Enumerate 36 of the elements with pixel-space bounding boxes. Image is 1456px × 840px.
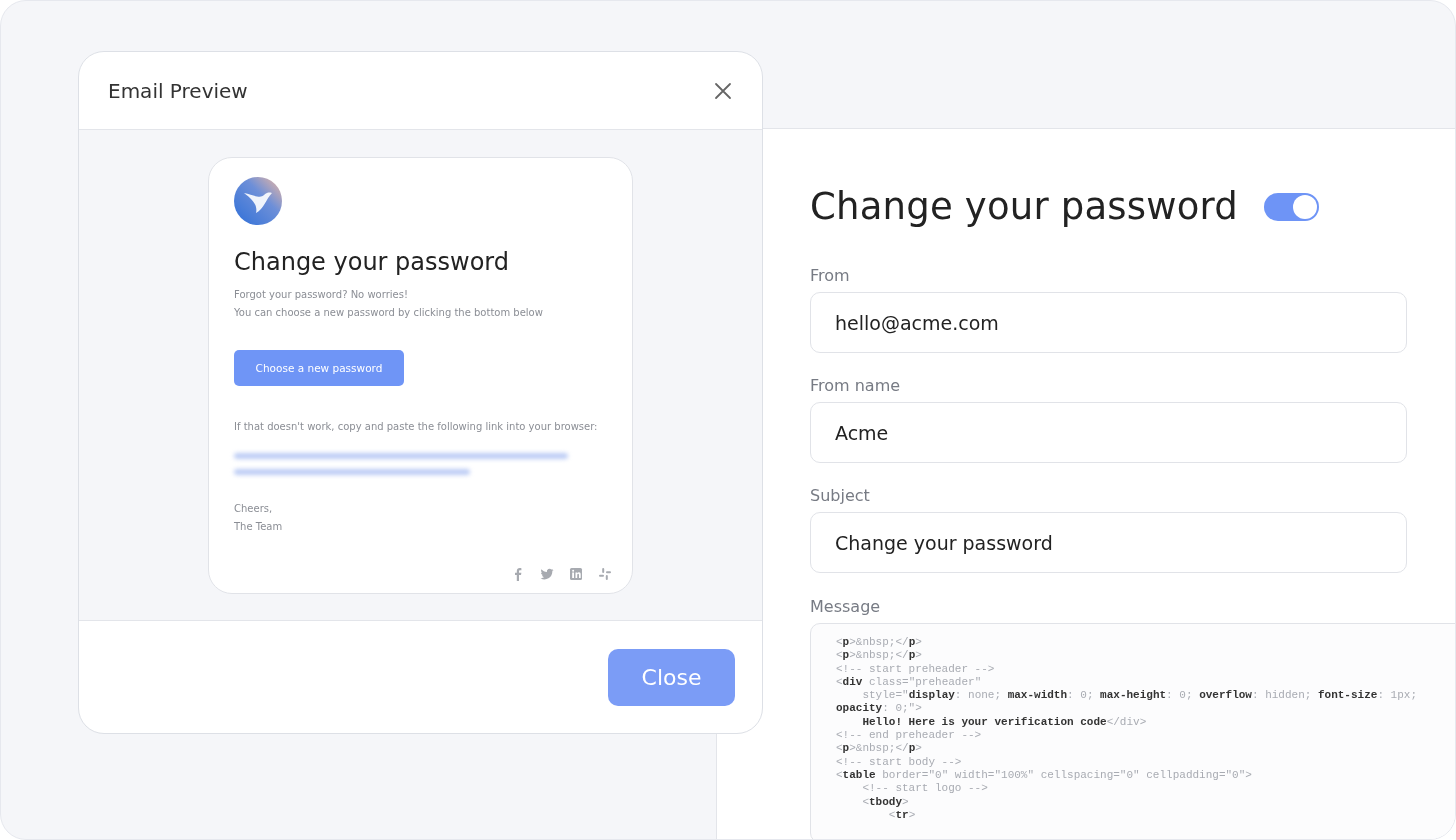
email-text: Cheers, [234,502,274,516]
logo-icon [234,177,282,225]
toggle-switch[interactable] [1264,192,1320,221]
code-line: <table border="0" width="100%" cellspacing="0" cellpadding="0"> [836,768,1253,783]
field-label: Message [810,597,882,616]
linkedin-icon[interactable] [569,567,583,581]
code-line: opacity: 0;"> [836,702,923,716]
modal-title: Email Preview [108,78,248,103]
code-line: style="display: none; max-width: 0; max-height: 0; overflow: hidden; font-size: 1px; [861,689,1418,703]
code-line: <div class="preheader" [836,675,983,690]
bird-icon[interactable] [540,567,554,581]
email-text: Forgot your password? No worries! [234,288,409,302]
code-line: <!-- start logo --> [861,782,989,796]
email-text: The Team [234,520,284,534]
code-line: <p>&nbsp;</p> [836,649,923,663]
code-line: <tbody> [861,795,910,809]
email-text: You can choose a new password by clicking the bottom below [234,306,544,320]
field-label: From [810,266,851,285]
field-label: Subject [810,486,871,505]
input-field[interactable]: Change your password [810,512,1407,573]
input-field[interactable]: Acme [810,402,1407,463]
input-field[interactable]: hello@acme.com [810,292,1407,353]
code-line: <p>&nbsp;</p> [836,742,923,756]
email-text: If that doesn't work, copy and paste the following link into your browser: [234,420,599,434]
email-heading: Change your password [234,248,511,276]
code-line: <!-- end preheader --> [836,729,983,743]
code-line: <!-- start preheader --> [836,662,996,676]
code-line: Hello! Here is your verification code</div> [861,715,1148,730]
code-editor[interactable] [810,623,1455,839]
code-line: <tr> [887,808,917,823]
close-icon[interactable] [714,81,732,100]
code-line: <p>&nbsp;</p> [836,636,923,650]
field-label: From name [810,376,902,395]
code-line: <!-- start body --> [836,755,963,769]
page-title: Change your password [810,185,1239,228]
hash-icon[interactable] [598,567,612,581]
